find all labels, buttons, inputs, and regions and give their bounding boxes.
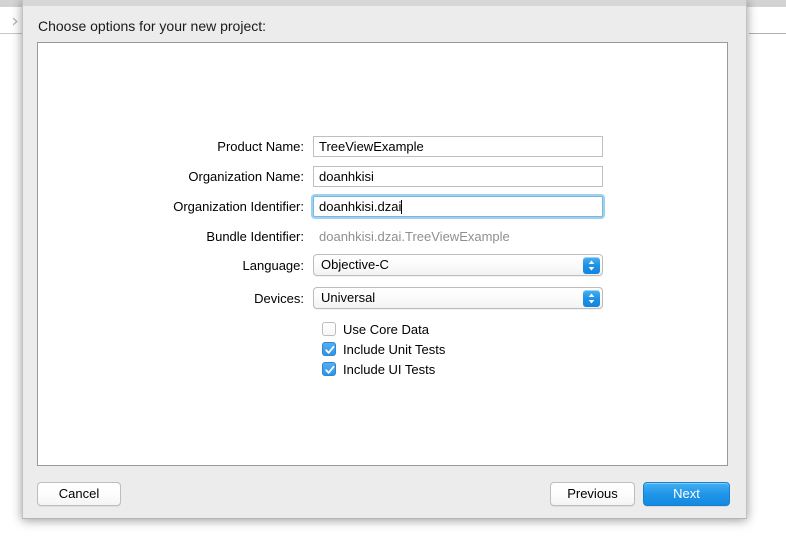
previous-button[interactable]: Previous bbox=[550, 482, 635, 506]
field-row-organization-name: Organization Name: bbox=[38, 165, 727, 187]
chevron-up-down-icon[interactable] bbox=[583, 290, 600, 307]
sheet-title: Choose options for your new project: bbox=[38, 18, 267, 34]
checkbox-label-use-core-data: Use Core Data bbox=[343, 321, 429, 337]
bundle-identifier-label: Bundle Identifier: bbox=[206, 228, 304, 244]
organization-name-label: Organization Name: bbox=[188, 168, 304, 184]
sheet-top-strip bbox=[23, 0, 746, 6]
new-project-options-sheet: Choose options for your new project: Pro… bbox=[22, 0, 747, 519]
field-row-organization-identifier: Organization Identifier: bbox=[38, 195, 727, 217]
devices-popup-button[interactable]: Universal bbox=[313, 287, 603, 309]
field-row-bundle-identifier: Bundle Identifier: doanhkisi.dzai.TreeVi… bbox=[38, 225, 727, 247]
language-popup-button[interactable]: Objective-C bbox=[313, 254, 603, 276]
checkmark-icon bbox=[325, 345, 335, 354]
organization-identifier-field-wrap bbox=[313, 195, 603, 217]
devices-label: Devices: bbox=[254, 290, 304, 306]
organization-identifier-input[interactable] bbox=[313, 195, 603, 217]
checkbox-label-include-ui-tests: Include UI Tests bbox=[343, 361, 436, 377]
checkbox-include-ui-tests[interactable] bbox=[322, 362, 336, 376]
next-button[interactable]: Next bbox=[643, 482, 730, 506]
product-name-input[interactable] bbox=[313, 135, 603, 157]
checkmark-icon bbox=[325, 365, 335, 374]
checkbox-row-use-core-data[interactable]: Use Core Data bbox=[322, 319, 429, 339]
devices-popup-value: Universal bbox=[321, 290, 376, 305]
field-row-language: Language: Objective-C bbox=[38, 254, 727, 276]
checkbox-include-unit-tests[interactable] bbox=[322, 342, 336, 356]
checkbox-label-include-unit-tests: Include Unit Tests bbox=[343, 341, 446, 357]
text-caret bbox=[401, 199, 402, 214]
organization-identifier-label: Organization Identifier: bbox=[173, 198, 304, 214]
field-row-product-name: Product Name: bbox=[38, 135, 727, 157]
product-name-label: Product Name: bbox=[217, 138, 304, 154]
cancel-button[interactable]: Cancel bbox=[37, 482, 121, 506]
field-row-devices: Devices: Universal bbox=[38, 287, 727, 309]
checkbox-row-include-ui-tests[interactable]: Include UI Tests bbox=[322, 359, 435, 379]
organization-name-input[interactable] bbox=[313, 165, 603, 187]
background-divider-right bbox=[749, 33, 786, 34]
language-popup-value: Objective-C bbox=[321, 257, 389, 272]
checkbox-row-include-unit-tests[interactable]: Include Unit Tests bbox=[322, 339, 445, 359]
chevron-up-down-icon[interactable] bbox=[583, 257, 600, 274]
language-label: Language: bbox=[242, 257, 304, 273]
options-panel: Product Name: Organization Name: Organiz… bbox=[37, 42, 728, 466]
checkbox-use-core-data[interactable] bbox=[322, 322, 336, 336]
bundle-identifier-value: doanhkisi.dzai.TreeViewExample bbox=[319, 228, 510, 244]
